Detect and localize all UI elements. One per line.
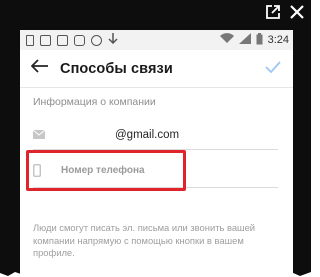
email-field[interactable]: @gmail.com	[33, 120, 278, 150]
signal-icon	[238, 33, 251, 47]
gallery-icon	[40, 34, 51, 46]
screen-icon	[57, 34, 68, 46]
envelope-icon	[33, 130, 55, 139]
done-button[interactable]	[253, 50, 293, 88]
status-time: 3:24	[267, 34, 289, 46]
wifi-icon	[219, 33, 234, 47]
open-external-icon[interactable]	[265, 4, 281, 20]
window-controls	[265, 4, 305, 20]
battery-icon	[256, 32, 263, 48]
instagram-icon	[74, 34, 85, 46]
back-button[interactable]	[20, 50, 60, 88]
torn-edge	[0, 271, 311, 277]
close-icon[interactable]	[289, 4, 305, 20]
phone-number-field[interactable]: Номер телефона	[33, 154, 278, 188]
page-title: Способы связи	[60, 60, 173, 77]
phone-screen: 3:24 Способы связи Информация о компании…	[20, 30, 293, 277]
section-title: Информация о компании	[33, 96, 156, 108]
status-bar: 3:24	[20, 30, 293, 50]
email-value: @gmail.com	[115, 128, 180, 141]
arrow-left-icon	[30, 59, 49, 78]
top-bar: Способы связи	[20, 50, 293, 88]
check-icon	[265, 60, 281, 78]
notification-icon	[91, 34, 102, 46]
phone-placeholder: Номер телефона	[61, 165, 145, 176]
phone-icon	[33, 164, 55, 177]
download-icon	[108, 31, 118, 49]
sim-card-icon	[26, 34, 34, 46]
contact-info-note: Люди смогут писать эл. письма или звонит…	[33, 222, 256, 258]
